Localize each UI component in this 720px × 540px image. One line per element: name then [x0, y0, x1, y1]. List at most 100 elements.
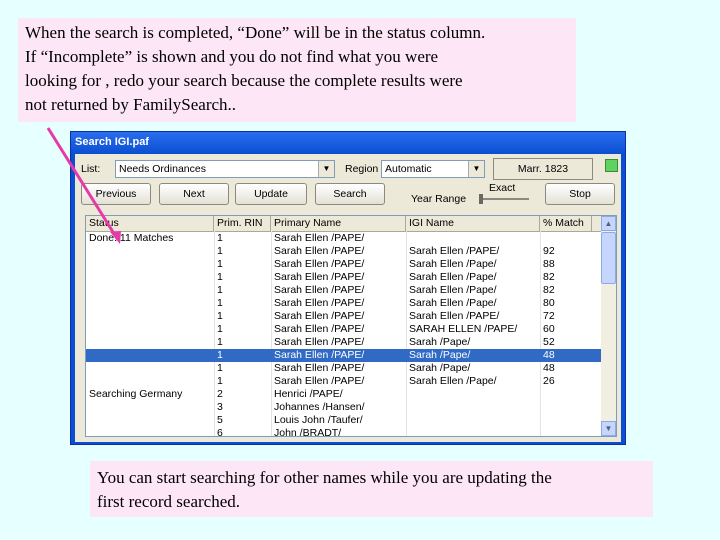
- table-cell: [86, 336, 214, 349]
- table-row[interactable]: 1 Sarah Ellen /PAPE/Sarah Ellen /Pape/80: [86, 297, 602, 310]
- table-row[interactable]: 1 Sarah Ellen /PAPE/Sarah /Pape/52: [86, 336, 602, 349]
- table-cell: [86, 297, 214, 310]
- table-row[interactable]: 6 John /BRADT/: [86, 427, 602, 437]
- table-cell: Sarah Ellen /Pape/: [409, 375, 497, 387]
- table-cell: [86, 401, 214, 414]
- table-cell: Sarah Ellen /PAPE/: [274, 297, 365, 309]
- table-row[interactable]: 1 Sarah Ellen /PAPE/Sarah Ellen /Pape/88: [86, 258, 602, 271]
- scroll-down-icon[interactable]: ▼: [601, 421, 616, 436]
- table-row[interactable]: 1 Sarah Ellen /PAPE/Sarah Ellen /Pape/82: [86, 284, 602, 297]
- search-button[interactable]: Search: [315, 183, 385, 205]
- table-cell: 52: [543, 336, 555, 348]
- results-table: Status Prim. RIN Primary Name IGI Name %…: [85, 215, 617, 437]
- table-cell: 1: [217, 258, 223, 270]
- table-cell: 92: [543, 245, 555, 257]
- table-cell: Sarah /Pape/: [409, 336, 471, 348]
- stop-button[interactable]: Stop: [545, 183, 615, 205]
- table-cell: Sarah Ellen /Pape/: [409, 271, 497, 283]
- annotation-line: If “Incomplete” is shown and you do not …: [25, 47, 439, 66]
- table-cell: Sarah Ellen /PAPE/: [274, 258, 365, 270]
- scroll-up-icon[interactable]: ▲: [601, 216, 616, 231]
- table-row[interactable]: 1 Sarah Ellen /PAPE/Sarah Ellen /Pape/82: [86, 271, 602, 284]
- previous-button[interactable]: Previous: [81, 183, 151, 205]
- vertical-scrollbar[interactable]: ▲ ▼: [601, 216, 616, 436]
- table-cell: [86, 284, 214, 297]
- table-cell: John /BRADT/: [274, 427, 342, 437]
- table-cell: [540, 388, 592, 401]
- table-cell: [406, 388, 540, 401]
- table-cell: [406, 401, 540, 414]
- list-select[interactable]: Needs Ordinances ▼: [115, 160, 335, 178]
- table-cell: 5: [217, 414, 223, 426]
- next-button[interactable]: Next: [159, 183, 229, 205]
- table-cell: Sarah Ellen /PAPE/: [274, 323, 365, 335]
- table-cell: Sarah Ellen /Pape/: [409, 284, 497, 296]
- table-row[interactable]: 1 Sarah Ellen /PAPE/SARAH ELLEN /PAPE/60: [86, 323, 602, 336]
- year-range-slider[interactable]: [479, 198, 529, 200]
- table-row[interactable]: 1 Sarah Ellen /PAPE/Sarah Ellen /Pape/26: [86, 375, 602, 388]
- chevron-down-icon[interactable]: ▼: [468, 161, 484, 177]
- column-header[interactable]: Status: [86, 216, 214, 231]
- table-cell: [540, 414, 592, 427]
- table-row[interactable]: 5 Louis John /Taufer/: [86, 414, 602, 427]
- column-header[interactable]: Primary Name: [271, 216, 406, 231]
- table-cell: 48: [543, 349, 555, 361]
- table-cell: [86, 414, 214, 427]
- table-cell: Sarah Ellen /PAPE/: [274, 375, 365, 387]
- table-row[interactable]: 1 Sarah Ellen /PAPE/Sarah /Pape/48: [86, 349, 602, 362]
- chevron-down-icon[interactable]: ▼: [318, 161, 334, 177]
- bottom-annotation: You can start searching for other names …: [90, 461, 653, 517]
- region-select-value: Automatic: [385, 163, 432, 175]
- table-cell: Sarah Ellen /PAPE/: [409, 310, 500, 322]
- table-cell: [86, 375, 214, 388]
- table-row[interactable]: 1 Sarah Ellen /PAPE/Sarah /Pape/48: [86, 362, 602, 375]
- table-cell: Searching Germany: [89, 388, 183, 400]
- marr-field: Marr. 1823: [493, 158, 593, 180]
- table-cell: [86, 349, 214, 362]
- table-cell: 82: [543, 284, 555, 296]
- table-cell: Sarah Ellen /PAPE/: [274, 336, 365, 348]
- table-cell: [406, 414, 540, 427]
- column-header[interactable]: % Match: [540, 216, 592, 231]
- table-cell: Henrici /PAPE/: [274, 388, 343, 400]
- table-cell: [406, 427, 540, 436]
- table-cell: Sarah Ellen /PAPE/: [274, 232, 365, 244]
- table-row[interactable]: Done: 11 Matches 1 Sarah Ellen /PAPE/: [86, 232, 602, 245]
- table-row[interactable]: 3 Johannes /Hansen/: [86, 401, 602, 414]
- table-cell: 1: [217, 297, 223, 309]
- table-cell: 72: [543, 310, 555, 322]
- table-cell: 1: [217, 310, 223, 322]
- table-cell: Sarah Ellen /Pape/: [409, 258, 497, 270]
- slider-handle[interactable]: [479, 194, 483, 204]
- scroll-thumb[interactable]: [601, 232, 616, 284]
- table-cell: Louis John /Taufer/: [274, 414, 363, 426]
- update-button[interactable]: Update: [235, 183, 307, 205]
- table-cell: 2: [217, 388, 223, 400]
- table-cell: Done: 11 Matches: [89, 232, 174, 244]
- table-cell: Johannes /Hansen/: [274, 401, 365, 413]
- table-row[interactable]: Searching Germany 2 Henrici /PAPE/: [86, 388, 602, 401]
- table-row[interactable]: 1 Sarah Ellen /PAPE/Sarah Ellen /PAPE/72: [86, 310, 602, 323]
- top-annotation: When the search is completed, “Done” wil…: [18, 18, 576, 122]
- table-cell: Sarah /Pape/: [409, 349, 471, 361]
- window-client: List: Needs Ordinances ▼ Region Automati…: [75, 154, 621, 442]
- table-cell: [540, 401, 592, 414]
- table-cell: [86, 323, 214, 336]
- annotation-line: first record searched.: [97, 492, 241, 511]
- table-cell: Sarah /Pape/: [409, 362, 471, 374]
- list-select-value: Needs Ordinances: [119, 163, 206, 175]
- table-row[interactable]: 1 Sarah Ellen /PAPE/Sarah Ellen /PAPE/92: [86, 245, 602, 258]
- column-header[interactable]: IGI Name: [406, 216, 540, 231]
- table-cell: [540, 427, 592, 436]
- table-cell: Sarah Ellen /PAPE/: [274, 284, 365, 296]
- table-cell: [86, 258, 214, 271]
- table-cell: 1: [217, 232, 223, 244]
- table-cell: 1: [217, 362, 223, 374]
- table-cell: SARAH ELLEN /PAPE/: [409, 323, 518, 335]
- column-header[interactable]: Prim. RIN: [214, 216, 271, 231]
- table-cell: Sarah Ellen /PAPE/: [274, 245, 365, 257]
- year-range-label: Year Range: [411, 193, 467, 205]
- table-cell: 1: [217, 336, 223, 348]
- region-select[interactable]: Automatic ▼: [381, 160, 485, 178]
- table-cell: 6: [217, 427, 223, 437]
